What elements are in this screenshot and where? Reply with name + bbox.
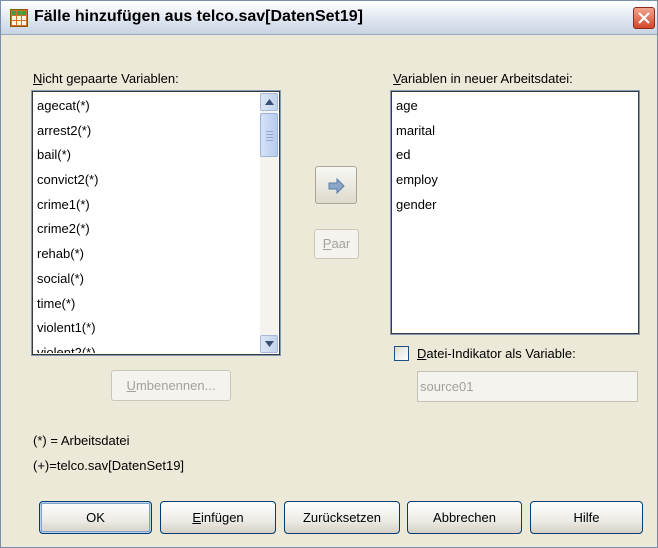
- indicator-variable-field[interactable]: source01: [417, 371, 638, 402]
- add-cases-dialog: Fälle hinzufügen aus telco.sav[DatenSet1…: [0, 0, 658, 548]
- unpaired-variables-list[interactable]: agecat(*) arrest2(*) bail(*) convict2(*) cri…: [31, 90, 281, 356]
- list-item[interactable]: rehab(*): [35, 242, 258, 267]
- scroll-thumb[interactable]: [260, 113, 278, 157]
- pair-button[interactable]: Paar: [314, 229, 359, 259]
- move-variable-button[interactable]: [315, 166, 357, 204]
- list-item[interactable]: agecat(*): [35, 94, 258, 119]
- cancel-button[interactable]: Abbrechen: [407, 501, 522, 534]
- list-item[interactable]: gender: [394, 193, 636, 218]
- list-item[interactable]: violent2(*): [35, 341, 258, 353]
- list-item[interactable]: crime1(*): [35, 193, 258, 218]
- new-file-variables-items: age marital ed employ gender: [394, 94, 636, 332]
- list-item[interactable]: ed: [394, 143, 636, 168]
- list-item[interactable]: violent1(*): [35, 316, 258, 341]
- unpaired-variables-items: agecat(*) arrest2(*) bail(*) convict2(*) cri…: [35, 94, 258, 353]
- ok-button[interactable]: OK: [39, 501, 152, 534]
- new-file-variables-label: Variablen in neuer Arbeitsdatei:: [393, 71, 573, 86]
- title-bar[interactable]: Fälle hinzufügen aus telco.sav[DatenSet1…: [1, 1, 657, 35]
- paste-button[interactable]: Einfügen: [160, 501, 276, 534]
- file-indicator-label: Datei-Indikator als Variable:: [417, 346, 576, 361]
- list-item[interactable]: social(*): [35, 267, 258, 292]
- data-editor-icon: [10, 9, 28, 27]
- reset-button[interactable]: Zurücksetzen: [284, 501, 400, 534]
- unpaired-variables-label: Nicht gepaarte Variablen:: [33, 71, 179, 86]
- window-title: Fälle hinzufügen aus telco.sav[DatenSet1…: [34, 8, 363, 25]
- new-file-variables-list[interactable]: age marital ed employ gender: [390, 90, 640, 335]
- help-button[interactable]: Hilfe: [530, 501, 643, 534]
- vertical-scrollbar[interactable]: [260, 93, 278, 353]
- close-button[interactable]: [633, 7, 655, 29]
- list-item[interactable]: marital: [394, 119, 636, 144]
- scroll-up-button[interactable]: [260, 93, 278, 111]
- file-indicator-checkbox[interactable]: [394, 346, 409, 361]
- list-item[interactable]: crime2(*): [35, 217, 258, 242]
- scroll-down-button[interactable]: [260, 335, 278, 353]
- close-icon: [638, 12, 650, 24]
- list-item[interactable]: bail(*): [35, 143, 258, 168]
- legend-other-file: (+)=telco.sav[DatenSet19]: [33, 458, 185, 473]
- triangle-down-icon: [265, 341, 274, 347]
- list-item[interactable]: time(*): [35, 292, 258, 317]
- list-item[interactable]: convict2(*): [35, 168, 258, 193]
- rename-button[interactable]: Umbenennen...: [111, 370, 231, 401]
- list-item[interactable]: arrest2(*): [35, 119, 258, 144]
- list-item[interactable]: employ: [394, 168, 636, 193]
- legend-active-file: (*) = Arbeitsdatei: [33, 433, 130, 448]
- triangle-up-icon: [265, 99, 274, 105]
- list-item[interactable]: age: [394, 94, 636, 119]
- right-arrow-icon: [328, 178, 345, 194]
